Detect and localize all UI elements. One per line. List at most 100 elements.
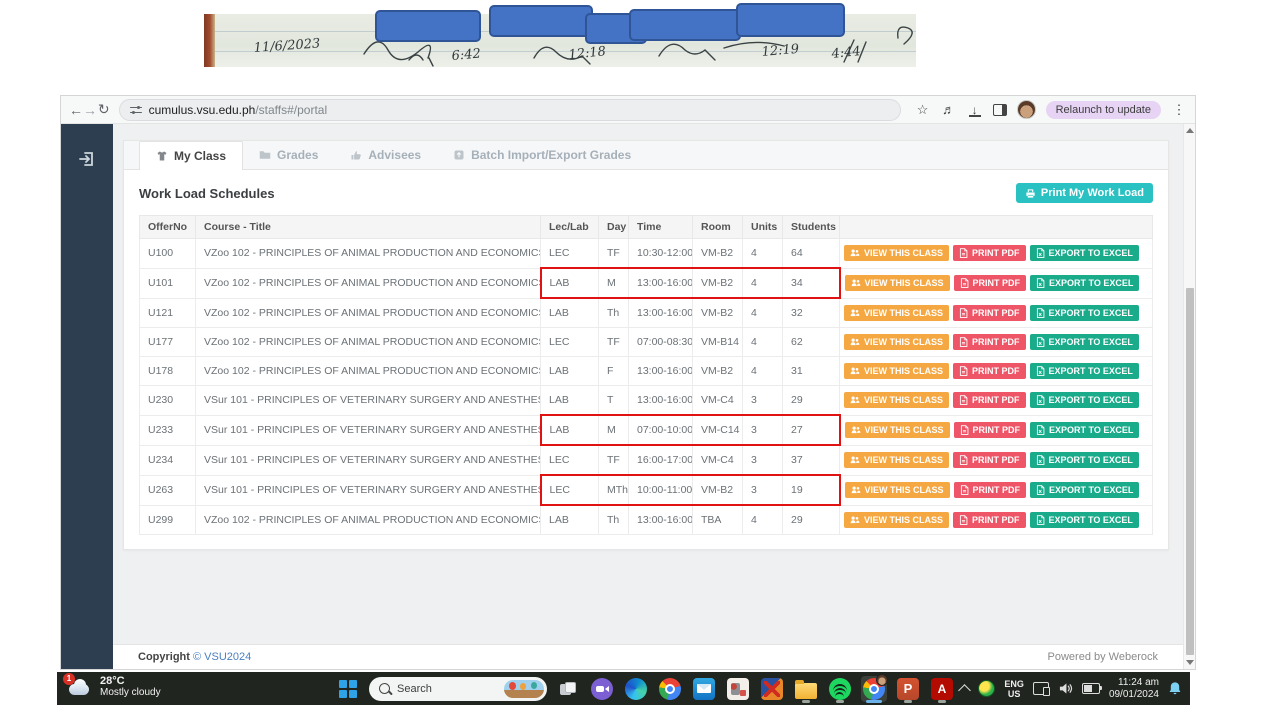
url-text[interactable]: cumulus.vsu.edu.ph/staffs#/portal [149, 103, 328, 117]
acrobat-button[interactable]: A [929, 676, 955, 702]
header-units: Units [743, 216, 783, 239]
export-to-excel-button[interactable]: EXPORT TO EXCEL [1030, 363, 1139, 379]
bookmark-star-icon[interactable]: ☆ [915, 102, 931, 118]
mail-button[interactable] [691, 676, 717, 702]
view-this-class-button[interactable]: VIEW THIS CLASS [844, 334, 949, 350]
print-pdf-button[interactable]: PRINT PDF [953, 245, 1026, 261]
side-panel-icon[interactable] [993, 104, 1007, 116]
view-this-class-button[interactable]: VIEW THIS CLASS [845, 422, 950, 438]
powerpoint-button[interactable]: P [895, 676, 921, 702]
tray-expand-chevron-icon[interactable] [959, 684, 972, 697]
file-explorer-button[interactable] [793, 676, 819, 702]
tab-advisees[interactable]: Advisees [334, 141, 437, 169]
cell-lec_lab: LEC [541, 328, 599, 357]
downloads-icon[interactable]: ↓ [967, 105, 983, 115]
relaunch-to-update-button[interactable]: Relaunch to update [1046, 101, 1161, 119]
tab-batch-import-export[interactable]: Batch Import/Export Grades [437, 141, 647, 169]
export-to-excel-button[interactable]: EXPORT TO EXCEL [1030, 512, 1139, 528]
print-pdf-button[interactable]: PRINT PDF [954, 482, 1027, 498]
view-this-class-button[interactable]: VIEW THIS CLASS [845, 275, 950, 291]
print-pdf-button[interactable]: PRINT PDF [953, 363, 1026, 379]
volume-icon[interactable] [1058, 682, 1073, 695]
view-this-class-button[interactable]: VIEW THIS CLASS [844, 452, 949, 468]
menu-kebab-icon[interactable]: ⋮ [1171, 102, 1187, 118]
export-to-excel-button[interactable]: EXPORT TO EXCEL [1030, 334, 1139, 350]
excel-file-icon [1036, 425, 1045, 435]
print-pdf-button[interactable]: PRINT PDF [953, 452, 1026, 468]
table-header-row: OfferNo Course - Title Lec/Lab Day Time … [140, 216, 1153, 239]
cell-units: 3 [743, 415, 783, 445]
weather-widget[interactable]: 1 28°C Mostly cloudy [67, 675, 161, 699]
print-pdf-button[interactable]: PRINT PDF [954, 422, 1027, 438]
battery-icon[interactable] [1082, 683, 1100, 694]
view-this-class-button[interactable]: VIEW THIS CLASS [844, 245, 949, 261]
export-to-excel-button[interactable]: EXPORT TO EXCEL [1030, 245, 1139, 261]
copyright-link[interactable]: © VSU2024 [193, 651, 251, 663]
export-to-excel-button[interactable]: EXPORT TO EXCEL [1030, 422, 1139, 438]
scroll-down-arrow-icon[interactable] [1186, 660, 1194, 665]
export-to-excel-button[interactable]: EXPORT TO EXCEL [1030, 392, 1139, 408]
print-pdf-button[interactable]: PRINT PDF [953, 305, 1026, 321]
logout-icon[interactable] [78, 150, 96, 168]
table-row: U178VZoo 102 - PRINCIPLES OF ANIMAL PROD… [140, 357, 1153, 386]
forward-icon[interactable]: → [83, 102, 97, 118]
tab-strip: My Class Grades Advisees Batch Import/Ex… [124, 141, 1168, 170]
app-button-2[interactable] [759, 676, 785, 702]
reload-icon[interactable]: ↻ [97, 101, 111, 118]
cell-students: 34 [783, 268, 840, 298]
cell-room: VM-B2 [693, 239, 743, 269]
cell-room: VM-B14 [693, 328, 743, 357]
language-indicator[interactable]: ENG US [1004, 679, 1024, 699]
table-row: U263VSur 101 - PRINCIPLES OF VETERINARY … [140, 475, 1153, 505]
edge-button[interactable] [623, 676, 649, 702]
profile-avatar[interactable] [1017, 100, 1036, 119]
import-export-icon [453, 149, 465, 161]
media-controls-icon[interactable]: ♬ [941, 102, 957, 117]
back-icon[interactable]: ← [69, 102, 83, 118]
view-this-class-button[interactable]: VIEW THIS CLASS [844, 305, 949, 321]
view-this-class-button[interactable]: VIEW THIS CLASS [845, 482, 950, 498]
cell-units: 3 [743, 475, 783, 505]
portal-body: My Class Grades Advisees Batch Import/Ex… [61, 124, 1195, 669]
export-to-excel-button[interactable]: EXPORT TO EXCEL [1030, 482, 1139, 498]
print-pdf-button[interactable]: PRINT PDF [953, 334, 1026, 350]
view-this-class-button[interactable]: VIEW THIS CLASS [844, 392, 949, 408]
scrollbar-thumb[interactable] [1186, 288, 1194, 655]
view-this-class-button[interactable]: VIEW THIS CLASS [844, 512, 949, 528]
print-pdf-button[interactable]: PRINT PDF [954, 275, 1027, 291]
export-to-excel-button[interactable]: EXPORT TO EXCEL [1030, 452, 1139, 468]
tray-app-icon[interactable] [978, 680, 995, 697]
export-to-excel-button[interactable]: EXPORT TO EXCEL [1030, 305, 1139, 321]
print-pdf-button[interactable]: PRINT PDF [953, 512, 1026, 528]
print-pdf-button[interactable]: PRINT PDF [953, 392, 1026, 408]
cast-icon[interactable] [1033, 682, 1049, 695]
print-my-work-load-button[interactable]: Print My Work Load [1016, 183, 1153, 203]
browser-scrollbar[interactable] [1183, 124, 1195, 669]
spotify-button[interactable] [827, 676, 853, 702]
chrome-button[interactable] [657, 676, 683, 702]
tab-my-class[interactable]: My Class [139, 141, 243, 170]
address-bar[interactable]: cumulus.vsu.edu.ph/staffs#/portal [119, 99, 901, 121]
clock[interactable]: 11:24 am 09/01/2024 [1109, 677, 1159, 701]
header-course-title: Course - Title [196, 216, 541, 239]
video-call-app-button[interactable] [589, 676, 615, 702]
cell-students: 64 [783, 239, 840, 269]
cell-students: 19 [783, 475, 840, 505]
task-view-button[interactable] [555, 676, 581, 702]
cell-time: 13:00-16:00 [629, 505, 693, 535]
tab-label: Batch Import/Export Grades [471, 148, 631, 162]
scroll-up-arrow-icon[interactable] [1186, 128, 1194, 133]
start-button[interactable] [335, 676, 361, 702]
app-button-1[interactable] [725, 676, 751, 702]
view-this-class-button[interactable]: VIEW THIS CLASS [844, 363, 949, 379]
export-to-excel-button[interactable]: EXPORT TO EXCEL [1030, 275, 1139, 291]
tab-grades[interactable]: Grades [243, 141, 334, 169]
notification-bell-icon[interactable] [1168, 681, 1182, 696]
site-settings-icon[interactable] [130, 105, 142, 115]
copyright-word: Copyright [138, 651, 190, 663]
cell-course_title: VSur 101 - PRINCIPLES OF VETERINARY SURG… [196, 445, 541, 475]
chrome-active-window-button[interactable] [861, 676, 887, 702]
excel-file-icon [1036, 455, 1045, 465]
cell-units: 4 [743, 357, 783, 386]
taskbar-search-box[interactable]: Search [369, 677, 547, 701]
